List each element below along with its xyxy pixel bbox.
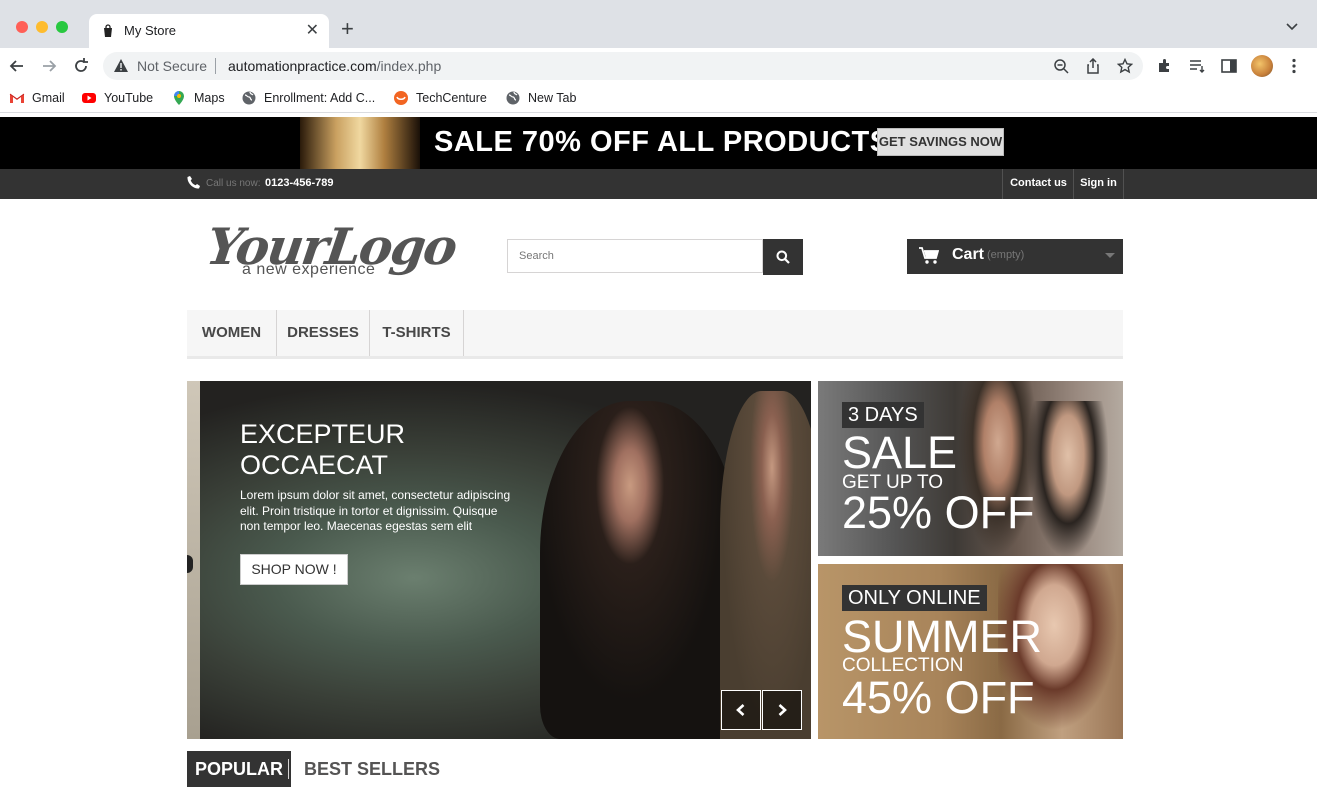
close-window-button[interactable]: [16, 21, 28, 33]
cart-dropdown-icon: [1105, 253, 1115, 258]
back-arrow-icon[interactable]: [7, 56, 27, 76]
shop-now-button[interactable]: SHOP NOW !: [240, 554, 348, 585]
menu-item-women[interactable]: WOMEN: [187, 310, 277, 356]
profile-avatar[interactable]: [1251, 55, 1273, 77]
reload-icon[interactable]: [71, 56, 91, 76]
web-page: SALE 70% OFF ALL PRODUCTS GET SAVINGS NO…: [0, 117, 1317, 811]
bookmark-star-icon[interactable]: [1117, 58, 1133, 74]
menu-item-tshirts[interactable]: T-SHIRTS: [370, 310, 464, 356]
tab-divider: [288, 759, 289, 779]
slide-title: EXCEPTEUR OCCAECAT: [240, 419, 405, 481]
bookmark-label: New Tab: [528, 91, 577, 105]
browser-toolbar: Not Secure automationpractice.com/index.…: [0, 48, 1317, 84]
phone-number: 0123-456-789: [265, 177, 334, 189]
url-text[interactable]: automationpractice.com/index.php: [228, 58, 441, 74]
slide-title-line1: EXCEPTEUR: [240, 419, 406, 449]
banner-headline: SALE: [842, 427, 958, 478]
slider-next-button[interactable]: [762, 690, 802, 730]
maps-icon: [174, 91, 184, 105]
banner-tag: ONLY ONLINE: [842, 585, 987, 611]
main-menu: WOMEN DRESSES T-SHIRTS: [187, 310, 1123, 359]
search-button[interactable]: [763, 239, 803, 275]
reading-list-icon[interactable]: [1188, 57, 1206, 75]
browser-tab-strip: My Store ✕ +: [0, 0, 1317, 48]
banner-headline: SUMMER: [842, 611, 1042, 662]
header-info-bar: Call us now: 0123-456-789 Contact us Sig…: [0, 169, 1317, 199]
bookmark-label: Maps: [194, 91, 225, 105]
slide-description: Lorem ipsum dolor sit amet, consectetur …: [240, 488, 511, 533]
bookmark-label: Gmail: [32, 91, 65, 105]
share-icon[interactable]: [1085, 58, 1101, 74]
bookmark-enrollment[interactable]: Enrollment: Add C...: [241, 90, 375, 106]
tab-title: My Store: [124, 23, 177, 38]
search-icon: [776, 250, 790, 264]
slider-prev-button[interactable]: [721, 690, 761, 730]
techcenture-icon: [394, 91, 408, 105]
summer-banner[interactable]: ONLY ONLINE SUMMER COLLECTION 45% OFF: [818, 564, 1123, 739]
contact-us-link[interactable]: Contact us: [1002, 169, 1074, 199]
minimize-window-button[interactable]: [36, 21, 48, 33]
bookmark-youtube[interactable]: YouTube: [81, 90, 153, 106]
promo-banner[interactable]: SALE 70% OFF ALL PRODUCTS GET SAVINGS NO…: [0, 117, 1317, 169]
cart-icon: [919, 247, 939, 264]
extensions-icon[interactable]: [1156, 57, 1174, 75]
menu-item-dresses[interactable]: DRESSES: [277, 310, 370, 356]
address-bar[interactable]: Not Secure automationpractice.com/index.…: [103, 52, 1143, 80]
get-savings-button[interactable]: GET SAVINGS NOW: [877, 128, 1004, 156]
sign-in-link[interactable]: Sign in: [1073, 169, 1124, 199]
phone-icon: [187, 176, 200, 189]
bookmark-maps[interactable]: Maps: [171, 90, 225, 106]
tab-close-icon[interactable]: ✕: [306, 20, 319, 40]
address-divider: [215, 58, 216, 74]
bookmark-gmail[interactable]: Gmail: [9, 90, 65, 106]
youtube-icon: [82, 93, 96, 103]
warning-icon[interactable]: [113, 58, 129, 74]
security-label[interactable]: Not Secure: [137, 58, 207, 74]
side-panel-icon[interactable]: [1220, 57, 1238, 75]
browser-tab[interactable]: My Store ✕: [89, 14, 329, 48]
store-favicon-icon: [104, 24, 112, 37]
banner-discount: 25% OFF: [842, 487, 1035, 538]
bookmark-label: TechCenture: [416, 91, 487, 105]
bookmark-new-tab[interactable]: New Tab: [505, 90, 576, 106]
banner-tag: 3 DAYS: [842, 402, 924, 428]
sale-banner[interactable]: 3 DAYS SALE GET UP TO 25% OFF: [818, 381, 1123, 556]
promo-text: SALE 70% OFF ALL PRODUCTS: [434, 126, 890, 158]
bookmark-label: Enrollment: Add C...: [264, 91, 376, 105]
globe-icon: [242, 91, 256, 105]
tab-popular[interactable]: POPULAR: [187, 751, 292, 787]
slide-model-woman: [540, 401, 740, 739]
banner-model-woman: [1028, 401, 1108, 556]
product-tabs: POPULAR BEST SELLERS: [187, 751, 1123, 787]
tab-search-chevron-icon[interactable]: [1285, 20, 1299, 34]
slide-model-man: [720, 391, 811, 739]
bookmarks-bar: Gmail YouTube Maps Enrollment: Add C... …: [0, 84, 1317, 113]
tab-best-sellers[interactable]: BEST SELLERS: [304, 751, 440, 787]
url-path: /index.php: [376, 58, 442, 74]
logo-tagline: a new experience: [242, 261, 376, 278]
bookmark-label: YouTube: [104, 91, 154, 105]
home-slider: EXCEPTEUR OCCAECAT Lorem ipsum dolor sit…: [187, 381, 811, 739]
bookmark-techcenture[interactable]: TechCenture: [393, 90, 487, 106]
globe-icon: [506, 91, 520, 105]
gmail-icon: [9, 93, 25, 103]
site-logo[interactable]: YourLogo a new experience: [203, 217, 460, 287]
banner-discount: 45% OFF: [842, 672, 1035, 723]
forward-arrow-icon[interactable]: [39, 56, 59, 76]
cart-label: Cart: [952, 246, 985, 263]
url-domain: automationpractice.com: [228, 58, 377, 74]
cart-status: (empty): [987, 249, 1025, 261]
chevron-right-icon: [778, 704, 787, 716]
cart-button[interactable]: Cart (empty): [907, 239, 1123, 274]
new-tab-button[interactable]: +: [341, 18, 354, 40]
slide-title-line2: OCCAECAT: [240, 450, 389, 480]
call-us-label: Call us now:: [206, 178, 261, 189]
zoom-out-icon[interactable]: [1053, 58, 1069, 74]
search-input[interactable]: Search: [507, 239, 763, 273]
browser-menu-icon[interactable]: [1285, 57, 1303, 75]
chevron-left-icon: [736, 704, 745, 716]
maximize-window-button[interactable]: [56, 21, 68, 33]
promo-model-image: [300, 117, 420, 169]
